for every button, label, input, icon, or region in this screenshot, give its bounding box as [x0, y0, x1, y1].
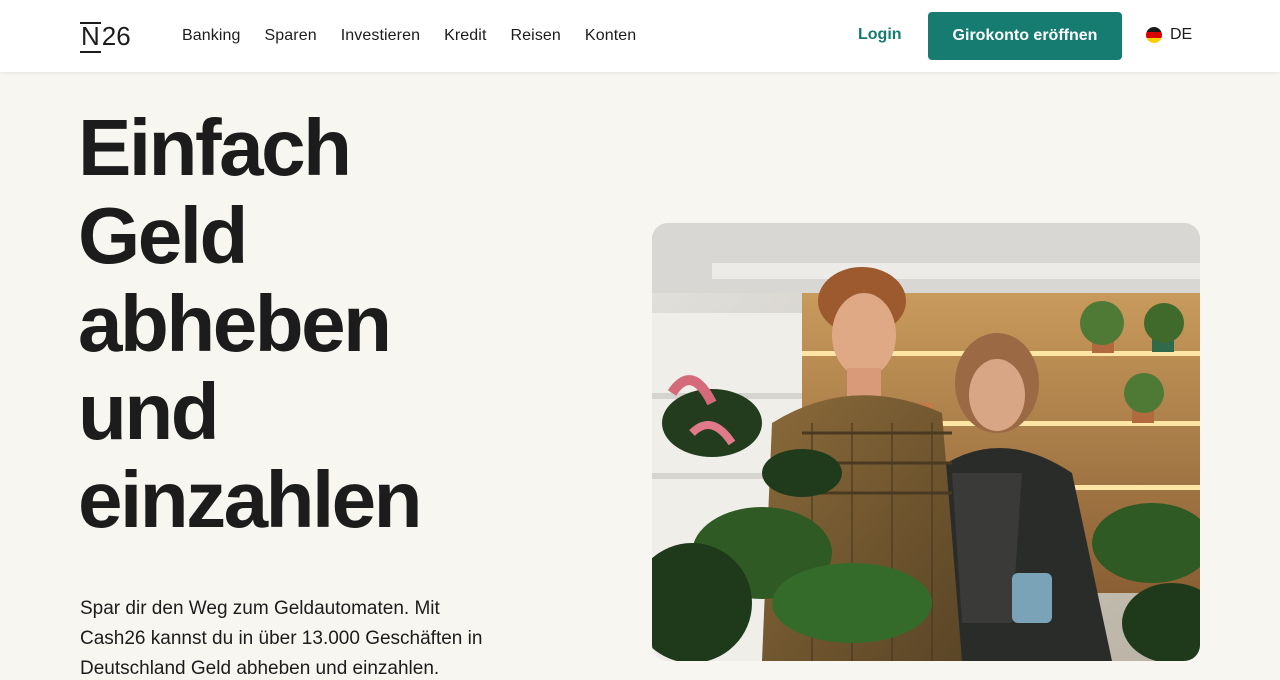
hero-title-line: und — [78, 367, 220, 456]
hero-title-line: abheben — [78, 279, 392, 368]
language-selector[interactable]: DE — [1146, 26, 1192, 44]
hero-title: Einfach Geld abheben und einzahlen — [78, 104, 598, 544]
language-label: DE — [1170, 26, 1193, 43]
hero-description: Spar dir den Weg zum Geldautomaten. Mit … — [80, 594, 550, 680]
hero-photo — [652, 223, 1200, 661]
nav-sparen[interactable]: Sparen — [265, 27, 317, 45]
nav-banking[interactable]: Banking — [182, 27, 241, 45]
site-header: N 26 Banking Sparen Investieren Kredit Re… — [0, 0, 1280, 72]
logo-26: 26 — [101, 21, 131, 51]
hero-title-line: einzahlen — [78, 455, 423, 544]
nav-konten[interactable]: Konten — [585, 27, 636, 45]
nav-investieren[interactable]: Investieren — [341, 27, 420, 45]
hero-description-line: Spar dir den Weg zum Geldautomaten. Mit — [80, 598, 440, 619]
hero-title-line: Einfach — [78, 103, 352, 192]
nav-reisen[interactable]: Reisen — [511, 27, 561, 45]
hero-description-line: Cash26 kannst du in über 13.000 Geschäft… — [80, 628, 483, 649]
login-link[interactable]: Login — [858, 26, 902, 44]
hero-description-line: Deutschland Geld abheben und einzahlen. — [80, 658, 440, 679]
logo-n: N — [80, 21, 101, 53]
hero-title-line: Geld — [78, 191, 248, 280]
nav-kredit[interactable]: Kredit — [444, 27, 486, 45]
open-account-button[interactable]: Girokonto eröffnen — [928, 12, 1122, 60]
n26-logo[interactable]: N 26 — [80, 21, 131, 53]
hero-photo-illustration — [652, 223, 1200, 661]
germany-flag-icon — [1146, 27, 1162, 43]
main-nav: Banking Sparen Investieren Kredit Reisen… — [182, 0, 660, 72]
